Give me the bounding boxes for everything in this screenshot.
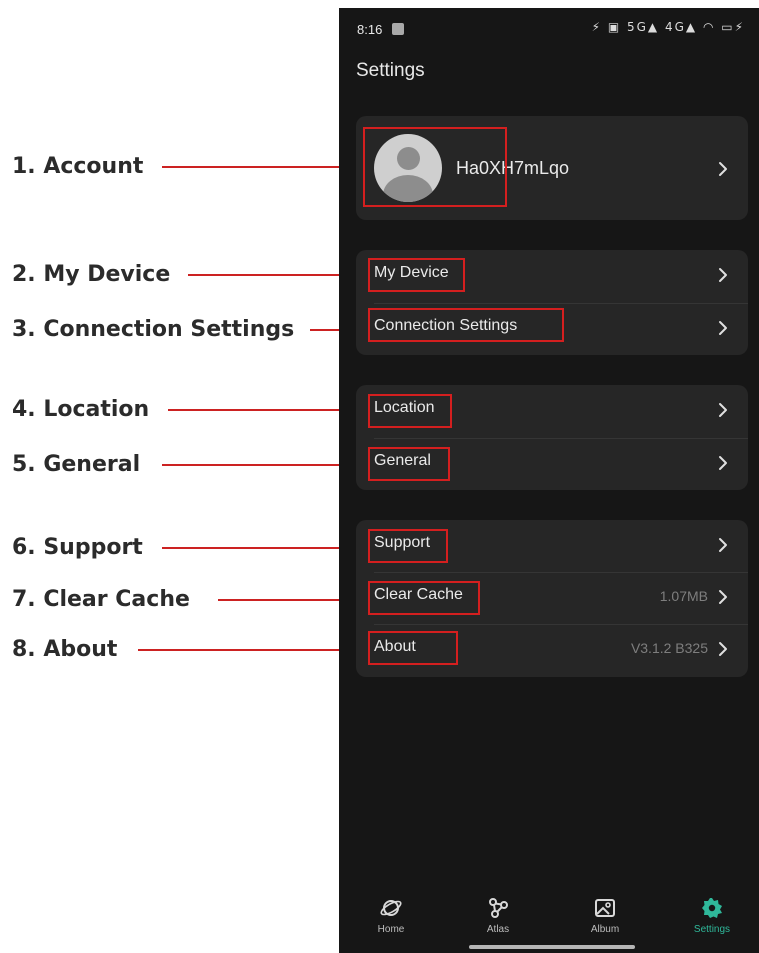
tab-settings[interactable]: Settings: [682, 896, 742, 941]
annotation-line: [168, 409, 368, 411]
tab-home[interactable]: Home: [361, 896, 421, 941]
highlight-box: [368, 631, 458, 665]
annotation-line: [138, 649, 368, 651]
annotation-label: 3. Connection Settings: [12, 317, 295, 342]
settings-group: Support Clear Cache 1.07MB About V3.1.2 …: [356, 520, 748, 677]
annotation-line: [162, 166, 362, 168]
annotation-label: 7. Clear Cache: [12, 587, 190, 612]
highlight-box: [368, 581, 480, 615]
home-indicator: [469, 945, 635, 949]
tab-label: Home: [377, 924, 405, 935]
notification-icon: [392, 23, 404, 35]
chevron-right-icon: [719, 590, 727, 604]
tab-label: Atlas: [486, 924, 510, 935]
annotation-location: 4. Location: [0, 395, 368, 425]
gear-icon: [702, 898, 722, 918]
phone-screen: 8:16 ⚡ ▣ 5G▲ 4G▲ ◠ ▭⚡ Settings Ha0XH7mLq…: [339, 8, 759, 953]
annotation-account: 1. Account: [0, 152, 362, 182]
annotation-general: 5. General: [0, 450, 368, 480]
tab-album[interactable]: Album: [575, 896, 635, 941]
annotation-line: [162, 464, 368, 466]
annotation-label: 4. Location: [12, 397, 150, 422]
annotation-label: 5. General: [12, 452, 141, 477]
highlight-box: [368, 529, 448, 563]
annotation-support: 6. Support: [0, 533, 368, 563]
graph-icon: [489, 898, 508, 918]
cache-size: 1.07MB: [659, 588, 708, 604]
settings-group: Location General: [356, 385, 748, 490]
row-about[interactable]: About V3.1.2 B325: [356, 624, 748, 676]
highlight-box: [368, 308, 564, 342]
tab-atlas[interactable]: Atlas: [468, 896, 528, 941]
image-icon: [595, 899, 615, 917]
tab-label: Album: [590, 924, 620, 935]
status-bar: 8:16 ⚡ ▣ 5G▲ 4G▲ ◠ ▭⚡: [339, 8, 759, 48]
chevron-right-icon: [719, 456, 727, 470]
chevron-right-icon: [719, 538, 727, 552]
status-time: 8:16: [357, 22, 383, 37]
settings-group: My Device Connection Settings: [356, 250, 748, 355]
status-indicators: ⚡ ▣ 5G▲ 4G▲ ◠ ▭⚡: [591, 20, 745, 34]
highlight-box: [363, 127, 507, 207]
row-support[interactable]: Support: [356, 520, 748, 572]
annotation-label: 6. Support: [12, 535, 143, 560]
annotation-my-device: 2. My Device: [0, 260, 368, 290]
chevron-right-icon: [719, 268, 727, 282]
planet-icon: [380, 900, 402, 916]
annotation-line: [162, 547, 368, 549]
annotation-clear-cache: 7. Clear Cache: [0, 585, 368, 615]
row-location[interactable]: Location: [356, 385, 748, 437]
app-version: V3.1.2 B325: [630, 640, 708, 656]
row-clear-cache[interactable]: Clear Cache 1.07MB: [356, 572, 748, 624]
chevron-right-icon: [719, 162, 727, 176]
bottom-tab-bar: Home Atlas Album Settings: [339, 888, 759, 953]
annotation-label: 8. About: [12, 637, 118, 662]
tab-label: Settings: [693, 924, 731, 935]
highlight-box: [368, 258, 465, 292]
row-connection-settings[interactable]: Connection Settings: [356, 303, 748, 355]
page-title: Settings: [356, 60, 425, 81]
highlight-box: [368, 394, 452, 428]
chevron-right-icon: [719, 403, 727, 417]
annotation-label: 2. My Device: [12, 262, 171, 287]
annotation-about: 8. About: [0, 635, 368, 665]
account-card[interactable]: Ha0XH7mLqo: [356, 116, 748, 220]
annotation-connection-settings: 3. Connection Settings: [0, 315, 368, 345]
row-my-device[interactable]: My Device: [356, 250, 748, 302]
chevron-right-icon: [719, 321, 727, 335]
highlight-box: [368, 447, 450, 481]
annotation-label: 1. Account: [12, 154, 144, 179]
row-general[interactable]: General: [356, 438, 748, 490]
chevron-right-icon: [719, 642, 727, 656]
